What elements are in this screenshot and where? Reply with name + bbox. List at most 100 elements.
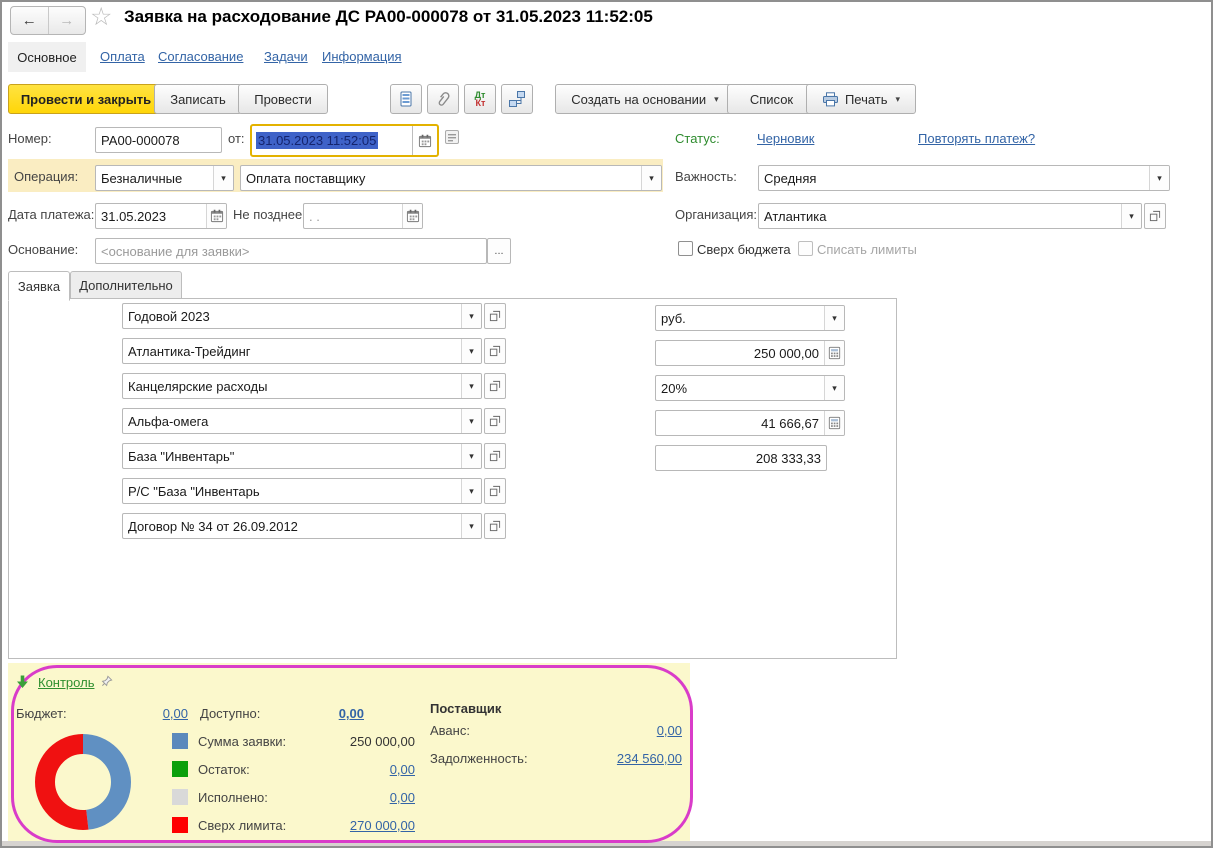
open-form-icon [489, 415, 501, 427]
operation-type-select[interactable]: Оплата поставщику ▾ [240, 165, 662, 191]
dropdown-button[interactable]: ▾ [461, 374, 481, 398]
over-limit-value-link[interactable]: 270 000,00 [300, 818, 415, 833]
tab-soglasovanie[interactable]: Согласование [158, 49, 243, 64]
create-from-button[interactable]: Создать на основании▾ [555, 84, 735, 114]
basis-more-button[interactable]: ... [487, 238, 511, 264]
dt-kt-icon: ДтКт [475, 91, 486, 107]
forward-arrow-icon: → [59, 12, 74, 29]
project-open-button[interactable] [484, 408, 506, 434]
debt-value-link[interactable]: 234 560,00 [560, 751, 682, 766]
budget-value-link[interactable]: 0,00 [120, 706, 188, 721]
dropdown-button[interactable]: ▾ [461, 339, 481, 363]
calculator-icon [828, 346, 841, 360]
available-value-link[interactable]: 0,00 [300, 706, 364, 721]
open-form-icon [489, 380, 501, 392]
scenario-open-button[interactable] [484, 303, 506, 329]
dropdown-button[interactable]: ▾ [461, 304, 481, 328]
tab-oplata[interactable]: Оплата [100, 49, 145, 64]
collapse-arrow-icon[interactable] [16, 675, 29, 692]
organization-select[interactable]: Атлантика ▾ [758, 203, 1142, 229]
vat-input[interactable]: 41 666,67 [655, 410, 845, 436]
organization-open-button[interactable] [1144, 203, 1166, 229]
recipient-select[interactable]: База "Инвентарь"▾ [122, 443, 482, 469]
recipient-account-select[interactable]: Р/С "База "Инвентарь▾ [122, 478, 482, 504]
favorite-star-icon[interactable]: ☆ [90, 2, 112, 32]
open-form-icon [1149, 210, 1161, 222]
register-icon [398, 90, 414, 108]
contract-open-button[interactable] [484, 513, 506, 539]
tab-osnovnoe[interactable]: Основное [8, 42, 86, 72]
number-label: Номер: [8, 131, 52, 146]
attachments-button[interactable] [427, 84, 459, 114]
print-button[interactable]: Печать▾ [806, 84, 916, 114]
document-structure-button[interactable] [501, 84, 533, 114]
vat-rate-select[interactable]: 20%▾ [655, 375, 845, 401]
debt-label: Задолженность: [430, 751, 528, 766]
operation-kind-select[interactable]: Безналичные ▾ [95, 165, 234, 191]
calendar-icon [418, 134, 432, 148]
comment-button[interactable] [444, 129, 460, 148]
amount-input[interactable]: 250 000,00 [655, 340, 845, 366]
dropdown-button[interactable]: ▾ [461, 479, 481, 503]
tab-zadachi[interactable]: Задачи [264, 49, 308, 64]
calendar-button[interactable] [206, 204, 226, 228]
dropdown-button[interactable]: ▾ [641, 166, 661, 190]
legend-swatch-over-limit [172, 817, 188, 833]
number-input[interactable]: РА00-000078 [95, 127, 222, 153]
control-link[interactable]: Контроль [38, 675, 94, 690]
repeat-payment-link[interactable]: Повторять платеж? [918, 131, 1035, 146]
cfo-open-button[interactable] [484, 338, 506, 364]
calendar-button[interactable] [412, 126, 437, 155]
register-records-button[interactable] [390, 84, 422, 114]
calendar-button[interactable] [402, 204, 422, 228]
open-form-icon [489, 310, 501, 322]
dt-kt-button[interactable]: ДтКт [464, 84, 496, 114]
selected-text: 31.05.2023 11:52:05 [256, 132, 378, 149]
executed-value-link[interactable]: 0,00 [300, 790, 415, 805]
contract-select[interactable]: Договор № 34 от 26.09.2012▾ [122, 513, 482, 539]
write-off-limits-checkbox[interactable] [798, 241, 813, 256]
back-button[interactable]: ← [11, 7, 49, 34]
payment-date-input[interactable]: 31.05.2023 [95, 203, 227, 229]
dropdown-button[interactable]: ▾ [461, 409, 481, 433]
list-button[interactable]: Список [727, 84, 816, 114]
remainder-value-link[interactable]: 0,00 [300, 762, 415, 777]
document-date-input[interactable]: 31.05.2023 11:52:05 [250, 124, 439, 157]
dropdown-button[interactable]: ▾ [1121, 204, 1141, 228]
not-later-label: Не позднее: [233, 207, 306, 222]
tab-dopolnitelno[interactable]: Дополнительно [70, 271, 182, 300]
dropdown-button[interactable]: ▾ [213, 166, 233, 190]
pin-icon[interactable] [99, 674, 114, 692]
basis-label: Основание: [8, 242, 78, 257]
dropdown-button[interactable]: ▾ [824, 306, 844, 330]
status-link[interactable]: Черновик [757, 131, 814, 146]
post-button[interactable]: Провести [238, 84, 328, 114]
dropdown-button[interactable]: ▾ [1149, 166, 1169, 190]
tab-zayavka[interactable]: Заявка [8, 271, 70, 301]
calculator-button[interactable] [824, 411, 844, 435]
dropdown-button[interactable]: ▾ [461, 514, 481, 538]
turnover-item-open-button[interactable] [484, 373, 506, 399]
project-select[interactable]: Альфа-омега▾ [122, 408, 482, 434]
dropdown-button[interactable]: ▾ [824, 376, 844, 400]
not-later-date-input[interactable]: . . [303, 203, 423, 229]
calculator-button[interactable] [824, 341, 844, 365]
basis-input[interactable]: <основание для заявки> [95, 238, 487, 264]
recipient-account-open-button[interactable] [484, 478, 506, 504]
save-button[interactable]: Записать [154, 84, 242, 114]
open-form-icon [489, 485, 501, 497]
scenario-select[interactable]: Годовой 2023▾ [122, 303, 482, 329]
forward-button[interactable]: → [49, 7, 86, 34]
open-form-icon [489, 345, 501, 357]
over-budget-checkbox[interactable] [678, 241, 693, 256]
cfo-select[interactable]: Атлантика-Трейдинг▾ [122, 338, 482, 364]
advance-value-link[interactable]: 0,00 [560, 723, 682, 738]
dropdown-button[interactable]: ▾ [461, 444, 481, 468]
tab-informaciya[interactable]: Информация [322, 49, 402, 64]
turnover-item-select[interactable]: Канцелярские расходы▾ [122, 373, 482, 399]
recipient-open-button[interactable] [484, 443, 506, 469]
currency-select[interactable]: руб.▾ [655, 305, 845, 331]
post-and-close-button[interactable]: Провести и закрыть [8, 84, 164, 114]
importance-select[interactable]: Средняя ▾ [758, 165, 1170, 191]
executed-label: Исполнено: [198, 790, 268, 805]
